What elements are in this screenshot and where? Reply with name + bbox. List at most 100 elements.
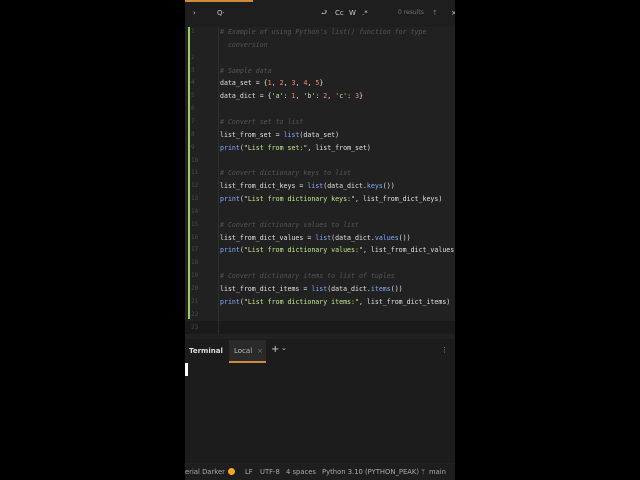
code-token: print [220,195,240,204]
code-token: # Convert set to list [220,117,304,126]
code-token: "List from dictionary values:" [243,246,363,255]
line-number: 22 [191,310,199,318]
code-token: data_dict = { [220,92,272,101]
line-number: 20 [191,285,199,292]
line-number: 6 [191,105,195,113]
code-line: print("List from dictionary items:", lis… [220,298,450,306]
code-token: data_set = { [220,79,268,88]
chevron-down-icon[interactable]: ⌄ [281,344,287,352]
progress-bar [185,0,253,2]
line-number: 19 [191,272,199,280]
code-line: list_from_dict_values = list(data_dict.v… [220,234,411,242]
theme-label[interactable]: erial Darker [185,468,225,476]
code-token: , list_from_dict_values) [362,246,455,255]
add-tab-icon[interactable]: + [271,344,279,355]
code-token: 'b' [303,92,316,101]
line-separator[interactable]: LF [245,468,253,476]
code-token: "List from set:" [243,143,308,152]
regex-button[interactable]: .* [362,9,368,17]
replace-icon[interactable]: ⮐ [321,9,327,20]
branch-icon: ᛘ [421,468,426,476]
code-token: "List from dictionary items:" [243,297,359,306]
line-number: 14 [191,207,199,215]
code-token: list_from_set = [220,130,284,139]
notification-dot-icon[interactable] [228,468,235,475]
code-token: list_from_dict_items = [220,285,312,293]
line-number: 3 [191,66,195,74]
line-number: 17 [191,246,199,254]
code-token: list_from_dict_values = [220,233,316,242]
code-token: # Convert dictionary keys to list [220,169,352,178]
more-options-icon[interactable]: ⋮ [441,346,448,354]
code-token: (data_set) [299,130,340,139]
code-token: ()) [390,285,403,293]
tab-local[interactable]: Local × [229,340,266,363]
code-token: print [220,143,240,152]
line-number: 23 [191,323,199,331]
line-number: 21 [191,297,199,305]
change-marker [188,27,190,319]
code-line: # Example of using Python's list() funct… [220,28,426,36]
code-line: # Sample data [220,67,272,75]
code-line: list_from_dict_items = list(data_dict.it… [220,285,403,293]
code-token: (data_dict. [331,233,375,242]
code-line: list_from_set = list(data_set) [220,131,339,139]
match-case-button[interactable]: Cc [335,9,344,17]
code-token: # Convert dictionary values to list [220,220,359,229]
line-number: 4 [191,79,195,87]
line-number: 16 [191,233,199,241]
line-number: 8 [191,130,195,138]
code-token: "List from dictionary keys:" [243,195,355,204]
code-token: , list_from_set) [307,143,371,152]
search-icon[interactable]: Q· [217,9,225,17]
code-token: ()) [382,182,395,191]
code-line: conversion [220,41,268,49]
code-token: # Sample data [220,66,272,75]
find-toolbar: › Q· ⮐ Cc W .* 0 results ↑ × [185,0,455,28]
code-token: # Example of using Python's list() funct… [220,28,427,36]
encoding[interactable]: UTF-8 [260,468,280,476]
code-token: print [220,246,240,255]
terminal-title: Terminal [189,347,223,355]
code-line: data_set = {1, 2, 3, 4, 5} [220,79,323,87]
code-token: : [347,92,356,101]
line-number: 2 [191,53,195,61]
code-token: , [283,79,292,88]
code-line: print("List from set:", list_from_set) [220,144,371,152]
code-token: keys [366,182,383,191]
code-token: , [271,79,280,88]
code-line: # Convert dictionary keys to list [220,169,351,177]
code-token: list [307,182,324,191]
expand-icon[interactable]: › [193,9,196,17]
line-number: 15 [191,220,199,228]
indent[interactable]: 4 spaces [286,468,316,476]
terminal-cursor [185,363,188,376]
line-number: 18 [191,259,199,267]
code-line: print("List from dictionary keys:", list… [220,195,442,203]
line-number: 7 [191,117,195,125]
tab-label: Local [234,347,253,355]
code-line: # Convert set to list [220,118,303,126]
close-icon[interactable]: × [451,9,455,17]
previous-result-icon[interactable]: ↑ [432,9,438,17]
interpreter[interactable]: Python 3.10 (PYTHON_PEAK) [322,468,419,476]
close-tab-icon[interactable]: × [257,347,263,355]
code-token: items [370,285,391,293]
line-number: 5 [191,92,195,100]
line-number: 1 [191,28,195,35]
line-gutter: 1 2 3 4 5 6 7 8 9 10 11 12 13 14 15 16 17 18 19 20 21 22 23 [185,27,219,335]
code-token: , list_from_dict_items) [358,297,451,306]
code-token: list_from_dict_keys = [220,182,308,191]
ide-window: › Q· ⮐ Cc W .* 0 results ↑ × 1 2 3 4 5 6 7 8 9 10… [185,0,455,480]
results-count: 0 results [398,9,424,16]
code-line: data_dict = {'a': 1, 'b': 2, 'c': 3} [220,92,363,100]
code-token: (data_dict. [323,182,367,191]
terminal-output[interactable] [185,363,455,463]
code-line: print("List from dictionary values:", li… [220,246,455,254]
words-button[interactable]: W [349,9,356,17]
code-token: (data_dict. [327,285,371,293]
git-branch[interactable]: main [429,468,446,476]
code-line: # Convert dictionary values to list [220,221,359,229]
code-editor[interactable]: 1 2 3 4 5 6 7 8 9 10 11 12 13 14 15 16 17 18 19 20 21 22 23 # … [185,27,455,335]
terminal-header: Terminal Local × + ⌄ ⋮ [185,339,455,363]
